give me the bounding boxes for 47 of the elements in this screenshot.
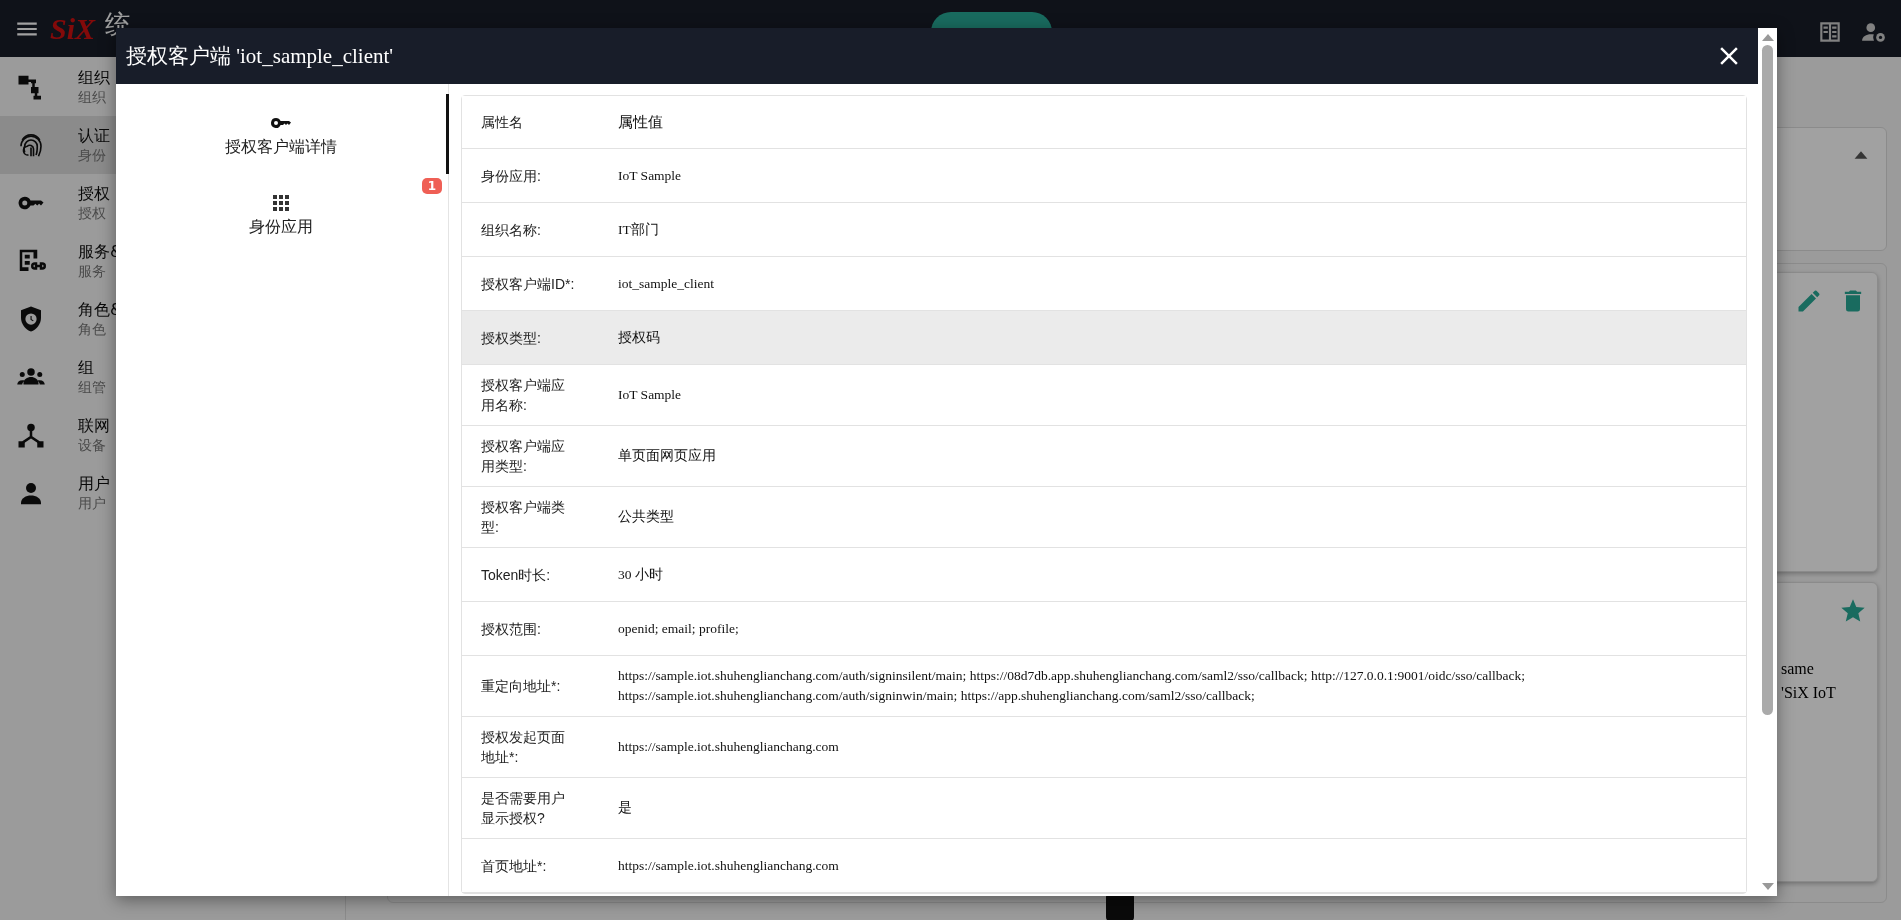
- property-name: 授权客户端ID*:: [480, 274, 576, 294]
- property-value: 单页面网页应用: [618, 447, 717, 465]
- item-subtitle: 服务: [78, 262, 107, 281]
- property-name: 授权类型:: [480, 328, 542, 348]
- item-subtitle: 身份: [78, 146, 107, 165]
- card-text: 'SiX IoT: [1781, 683, 1837, 703]
- item-subtitle: 组管: [78, 378, 106, 397]
- item-title: 组织: [78, 67, 110, 89]
- count-badge: 1: [421, 178, 442, 194]
- property-name: 授权客户端应用名称:: [480, 376, 566, 415]
- property-value: 公共类型: [618, 508, 675, 526]
- app-logo: SiX: [50, 11, 96, 46]
- item-subtitle: 设备: [78, 436, 107, 455]
- property-name: 授权客户端应用类型:: [480, 437, 566, 476]
- property-name: 重定向地址*:: [480, 677, 562, 696]
- item-subtitle: 授权: [78, 204, 107, 223]
- property-value: IT部门: [618, 220, 660, 239]
- property-value: IoT Sample: [618, 166, 683, 185]
- column-header: 属性值: [618, 113, 664, 132]
- property-value: https://sample.iot.shuhenglianchang.com: [618, 738, 840, 756]
- property-value: iot_sample_client: [618, 274, 715, 293]
- property-name: 身份应用:: [480, 166, 542, 186]
- item-title: 授权: [78, 183, 110, 205]
- property-value: https://sample.iot.shuhenglianchang.com: [618, 856, 840, 875]
- property-name: 是否需要用户显示授权?: [480, 789, 566, 828]
- item-subtitle: 组织: [78, 88, 107, 107]
- property-value: 授权码: [618, 328, 661, 347]
- item-title: 用户: [78, 473, 110, 495]
- column-header: 属性名: [480, 113, 524, 132]
- property-name: 授权范围:: [480, 619, 542, 639]
- item-title: 组: [78, 357, 95, 379]
- item-subtitle: 用户: [78, 494, 107, 513]
- item-title: 认证: [78, 125, 110, 147]
- item-subtitle: 角色: [78, 320, 107, 339]
- card-text: same: [1781, 659, 1815, 679]
- property-name: 授权客户端类型:: [480, 498, 566, 537]
- property-name: Token时长:: [480, 565, 552, 585]
- property-value: 是: [618, 799, 633, 817]
- property-value: IoT Sample: [618, 386, 683, 404]
- property-name: 授权发起页面地址*:: [480, 728, 566, 767]
- property-value: https://sample.iot.shuhenglianchang.com/auth/signinsilent/main; https://08d7db.app.shuhenglianchang.com/saml2/sso/callback; http://127.0.0.1:9001/oidc/sso/callback; https://sample.iot.shuhenglianchang.com/auth/signinwin/main; https://app.shuhenglianchang.com/saml2/sso/callback;: [618, 667, 1526, 705]
- property-name: 组织名称:: [480, 220, 542, 240]
- item-title: 联网: [78, 415, 110, 437]
- property-name: 首页地址*:: [480, 856, 548, 876]
- dialog-title: 授权客户端 'iot_sample_client': [126, 43, 394, 70]
- property-value: 30 小时: [618, 565, 664, 584]
- property-value: openid; email; profile;: [618, 619, 740, 638]
